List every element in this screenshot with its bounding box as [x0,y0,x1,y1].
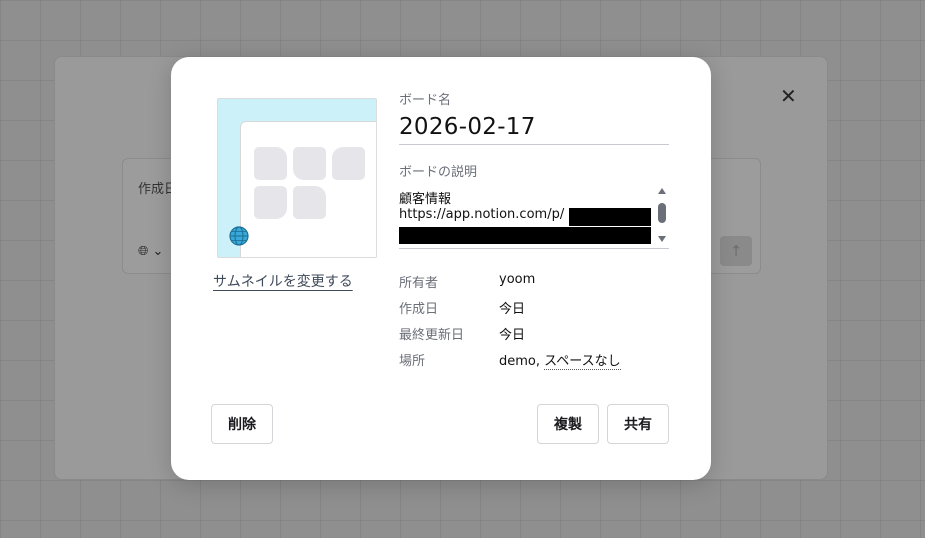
board-description-field[interactable]: 顧客情報 https://app.notion.com/p/ [399,185,669,249]
board-name-input[interactable] [399,109,669,145]
arrow-up-icon[interactable]: ↑ [720,236,752,266]
thumbnail-tile [332,147,365,180]
thumbnail-tile [254,147,287,180]
space-link[interactable]: スペースなし [544,354,621,370]
globe-icon[interactable]: 🌐︎ ⌄ [138,244,163,259]
scroll-up-arrow-icon[interactable] [658,188,666,194]
meta-value: 今日 [499,302,526,317]
meta-key: 場所 [399,354,426,369]
duplicate-button[interactable]: 複製 [537,404,599,444]
board-name-label: ボード名 [399,93,452,108]
globe-icon [229,226,249,246]
delete-button[interactable]: 削除 [211,404,273,444]
redaction-block [399,227,651,244]
meta-key: 最終更新日 [399,328,465,343]
thumbnail-tile [293,147,326,180]
thumbnail-tile [293,186,326,219]
close-icon[interactable]: ✕ [780,86,797,106]
meta-row-updated: 最終更新日 今日 [399,324,679,344]
thumbnail-sheet [240,121,376,257]
description-line: 顧客情報 [399,192,452,207]
scrollbar-thumb[interactable] [658,203,666,223]
meta-key: 所有者 [399,276,439,291]
share-button[interactable]: 共有 [607,404,669,444]
thumbnail-tile [254,186,287,219]
description-line: https://app.notion.com/p/ [399,207,565,222]
board-description-label: ボードの説明 [399,165,478,180]
board-thumbnail[interactable] [217,98,377,258]
meta-row-owner: 所有者 yoom [399,272,679,292]
change-thumbnail-link[interactable]: サムネイルを変更する [213,271,353,291]
meta-row-location: 場所 demo, スペースなし [399,350,679,370]
meta-value: 今日 [499,328,526,343]
location-workspace: demo, [499,354,540,369]
meta-value: demo, スペースなし [499,350,621,370]
meta-key: 作成日 [399,302,439,317]
meta-row-created: 作成日 今日 [399,298,679,318]
board-settings-dialog: サムネイルを変更する ボード名 ボードの説明 顧客情報 https://app.… [171,57,711,480]
scroll-down-arrow-icon[interactable] [658,236,666,242]
meta-value: yoom [499,272,536,287]
redaction-block [569,208,651,226]
